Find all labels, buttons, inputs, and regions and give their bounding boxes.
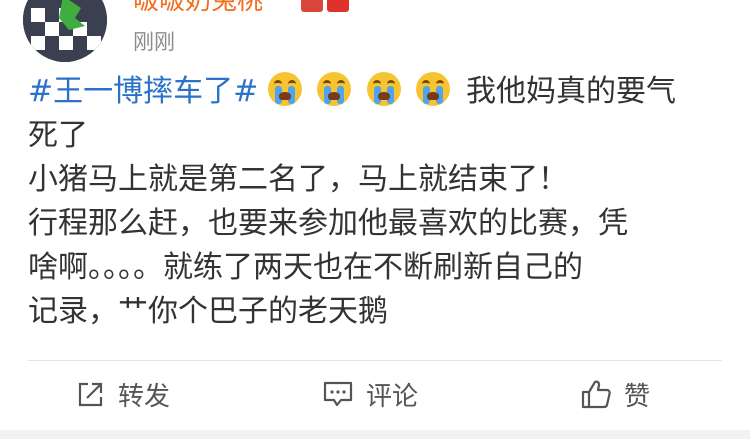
- post-line-3: 小猪马上就是第二名了，马上就结束了！: [28, 162, 568, 197]
- post-text: 我他妈真的要气: [466, 74, 677, 109]
- action-bar: 转发 评论 赞: [0, 370, 750, 418]
- topic-link[interactable]: #王一博摔车了#: [28, 74, 258, 109]
- post-content: #王一博摔车了# 我他妈真的要气 死了 小猪马上就是第二名了，马上就结束了！ 行…: [28, 70, 728, 334]
- thumbs-up-icon: [581, 380, 611, 409]
- repost-button[interactable]: 转发: [76, 370, 170, 418]
- comment-icon: [323, 381, 353, 407]
- username[interactable]: 啵啵奶兔桃: [133, 0, 263, 14]
- crying-face-icon: [317, 72, 352, 106]
- post-line-6: 记录，艹你个巴子的老天鹅: [28, 294, 388, 329]
- post-line-4: 行程那么赶，也要来参加他最喜欢的比赛，凭: [28, 206, 628, 241]
- crying-face-icon: [416, 72, 451, 106]
- like-button[interactable]: 赞: [580, 370, 650, 418]
- repost-icon: [78, 382, 103, 407]
- crying-face-icon: [267, 72, 302, 106]
- repost-label: 转发: [118, 381, 171, 412]
- comment-label: 评论: [366, 381, 419, 412]
- like-label: 赞: [624, 381, 651, 412]
- weibo-post: 啵啵奶兔桃 刚刚 #王一博摔车了# 我他妈真的要气 死了 小猪马上就是第二名了，…: [0, 0, 750, 430]
- flag-badge-icon: [327, 0, 349, 12]
- post-line-5: 啥啊。。。。就练了两天也在不断刷新自己的: [28, 250, 583, 285]
- crying-face-icon: [366, 72, 401, 106]
- divider: [28, 360, 722, 361]
- post-line-1: #王一博摔车了# 我他妈真的要气: [28, 70, 728, 114]
- feed-separator: [0, 430, 750, 439]
- post-timestamp: 刚刚: [133, 30, 175, 54]
- comment-button[interactable]: 评论: [322, 370, 418, 418]
- user-badges: [301, 0, 349, 12]
- post-line-2: 死了: [28, 118, 88, 153]
- avatar[interactable]: [23, 0, 107, 62]
- trophy-badge-icon: [301, 0, 323, 12]
